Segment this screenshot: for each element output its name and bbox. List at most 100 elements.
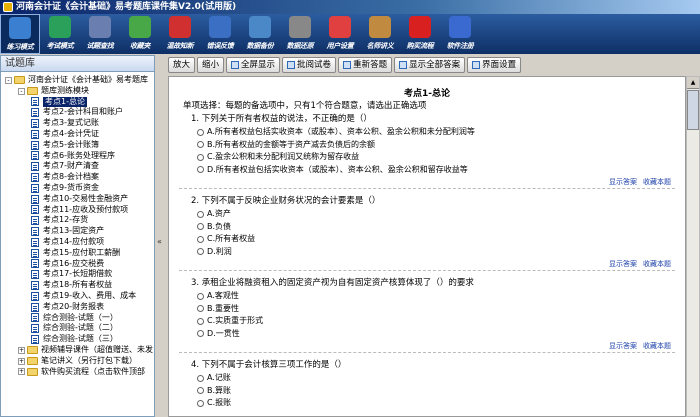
answer-option[interactable]: A.记账: [169, 372, 685, 385]
favorite-link[interactable]: 收藏本题: [643, 178, 671, 186]
toolbar-action-button[interactable]: 缩小: [197, 57, 225, 73]
toolbar-button-feedback[interactable]: 错误反馈: [200, 14, 240, 54]
answer-option[interactable]: B.算账: [169, 385, 685, 398]
tree-item[interactable]: 考点19-收入、费用、成本: [1, 291, 154, 302]
tree-item[interactable]: 考点10-交易性金融资产: [1, 194, 154, 205]
question-tree[interactable]: - 河南会计证《会计基础》易考题库 - 题库测练模块 考点1-总论 考点2-会计科目和账户…: [1, 72, 154, 416]
folder-icon: [27, 367, 38, 376]
panel-splitter[interactable]: «: [155, 55, 167, 417]
tree-item[interactable]: 考点8-会计档案: [1, 172, 154, 183]
toolbar-button-purchase[interactable]: 购买流程: [400, 14, 440, 54]
radio-button[interactable]: [197, 235, 204, 243]
tree-item[interactable]: - 河南会计证《会计基础》易考题库: [1, 75, 154, 86]
toolbar-button-backup[interactable]: 数据备份: [240, 14, 280, 54]
tree-item[interactable]: 综合测验-试题（一）: [1, 313, 154, 324]
answer-option[interactable]: C.所有者权益: [169, 233, 685, 246]
tree-item[interactable]: 综合测验-试题（二）: [1, 323, 154, 334]
radio-button[interactable]: [197, 374, 204, 382]
answer-option[interactable]: C.实质重于形式: [169, 315, 685, 328]
tree-item[interactable]: 考点12-存货: [1, 215, 154, 226]
radio-button[interactable]: [197, 305, 204, 313]
answer-option[interactable]: A.所有者权益包括实收资本（或股本）、资本公积、盈余公积和未分配利润等: [169, 126, 685, 139]
radio-button[interactable]: [197, 292, 204, 300]
toolbar-button-practice[interactable]: 练习模式: [0, 14, 40, 54]
tree-item[interactable]: + 视频辅导课件（超值赠送、未发: [1, 345, 154, 356]
show-answer-link[interactable]: 显示答案: [609, 260, 637, 268]
tree-item[interactable]: 考点3-复式记账: [1, 118, 154, 129]
tree-item[interactable]: 考点2-会计科目和账户: [1, 107, 154, 118]
content-scrollbar[interactable]: ▲: [686, 76, 700, 417]
answer-option[interactable]: D.一贯性: [169, 328, 685, 341]
tree-item[interactable]: + 软件购买流程（点击软件顶部: [1, 367, 154, 378]
answer-option[interactable]: B.重要性: [169, 303, 685, 316]
radio-button[interactable]: [197, 317, 204, 325]
tree-item[interactable]: 考点6-账务处理程序: [1, 151, 154, 162]
answer-option[interactable]: A.资产: [169, 208, 685, 221]
radio-button[interactable]: [197, 153, 204, 161]
radio-button[interactable]: [197, 128, 204, 136]
tree-item[interactable]: 考点5-会计账簿: [1, 140, 154, 151]
answer-option[interactable]: D.所有者权益包括实收资本（或股本）、资本公积、盈余公积和留存收益等: [169, 164, 685, 177]
show-answer-link[interactable]: 显示答案: [609, 342, 637, 350]
favorite-link[interactable]: 收藏本题: [643, 342, 671, 350]
answer-option[interactable]: C.盈余公积和未分配利润又统称为留存收益: [169, 151, 685, 164]
toolbar-action-button[interactable]: 全屏显示: [226, 57, 281, 73]
tree-item[interactable]: 考点9-货币资金: [1, 183, 154, 194]
toolbar-button-settings[interactable]: 用户设置: [320, 14, 360, 54]
answer-option[interactable]: C.报账: [169, 397, 685, 410]
tree-item[interactable]: 考点4-会计凭证: [1, 129, 154, 140]
document-icon: [31, 151, 39, 161]
tree-item[interactable]: 考点13-固定资产: [1, 226, 154, 237]
answer-option[interactable]: A.客观性: [169, 290, 685, 303]
radio-button[interactable]: [197, 387, 204, 395]
toolbar-action-button[interactable]: 界面设置: [467, 57, 522, 73]
tree-item[interactable]: - 题库测练模块: [1, 86, 154, 97]
toolbar-button-lecture[interactable]: 名师讲义: [360, 14, 400, 54]
show-answer-link[interactable]: 显示答案: [609, 178, 637, 186]
toolbar-label: 用户设置: [326, 42, 354, 50]
toolbar-button-search[interactable]: 试题查找: [80, 14, 120, 54]
radio-button[interactable]: [197, 141, 204, 149]
toolbar-action-button[interactable]: 显示全部答案: [394, 57, 466, 73]
expand-icon[interactable]: +: [18, 357, 25, 365]
toolbar-button-bookmark[interactable]: 收藏夹: [120, 14, 160, 54]
radio-button[interactable]: [197, 399, 204, 407]
scroll-up-icon[interactable]: ▲: [687, 77, 699, 89]
collapse-icon[interactable]: -: [18, 87, 25, 95]
toolbar-button-review[interactable]: 温故知新: [160, 14, 200, 54]
radio-button[interactable]: [197, 223, 204, 231]
tree-item[interactable]: 考点11-应收及预付款项: [1, 205, 154, 216]
toolbar-action-button[interactable]: 批阅试卷: [282, 57, 337, 73]
toolbar-button-exam[interactable]: 考试模式: [40, 14, 80, 54]
tree-item[interactable]: 考点7-财产清查: [1, 161, 154, 172]
tree-item[interactable]: 考点14-应付款项: [1, 237, 154, 248]
answer-option[interactable]: B.所有者权益的金额等于资产减去负债后的余额: [169, 139, 685, 152]
toolbar-button-register[interactable]: 软件注册: [440, 14, 480, 54]
tree-item[interactable]: 考点18-所有者权益: [1, 280, 154, 291]
toolbar-action-button[interactable]: 重新答题: [338, 57, 393, 73]
scroll-thumb[interactable]: [687, 90, 699, 130]
tree-item[interactable]: 考点15-应付职工薪酬: [1, 248, 154, 259]
tree-item[interactable]: + 笔记讲义（另行打包下载）: [1, 356, 154, 367]
collapse-icon[interactable]: -: [5, 76, 12, 84]
tree-item[interactable]: 考点17-长短期借款: [1, 269, 154, 280]
answer-option[interactable]: D.利润: [169, 246, 685, 259]
radio-button[interactable]: [197, 248, 204, 256]
answer-option[interactable]: B.负债: [169, 221, 685, 234]
toolbar-button-restore[interactable]: 数据还原: [280, 14, 320, 54]
expand-icon[interactable]: +: [18, 368, 25, 376]
favorite-link[interactable]: 收藏本题: [643, 260, 671, 268]
radio-button[interactable]: [197, 166, 204, 174]
tree-item[interactable]: 综合测验-试题（三）: [1, 334, 154, 345]
tree-item[interactable]: 考点20-财务报表: [1, 302, 154, 313]
option-label: D.利润: [207, 246, 232, 256]
radio-button[interactable]: [197, 330, 204, 338]
collapse-arrow-icon[interactable]: «: [157, 237, 162, 246]
expand-icon[interactable]: +: [18, 346, 25, 354]
toolbar-label: 练习模式: [6, 43, 34, 51]
tree-item[interactable]: 考点16-应交税费: [1, 259, 154, 270]
tree-item[interactable]: 考点1-总论: [1, 96, 154, 108]
radio-button[interactable]: [197, 210, 204, 218]
toolbar-action-button[interactable]: 放大: [168, 57, 196, 73]
document-icon: [31, 259, 39, 269]
